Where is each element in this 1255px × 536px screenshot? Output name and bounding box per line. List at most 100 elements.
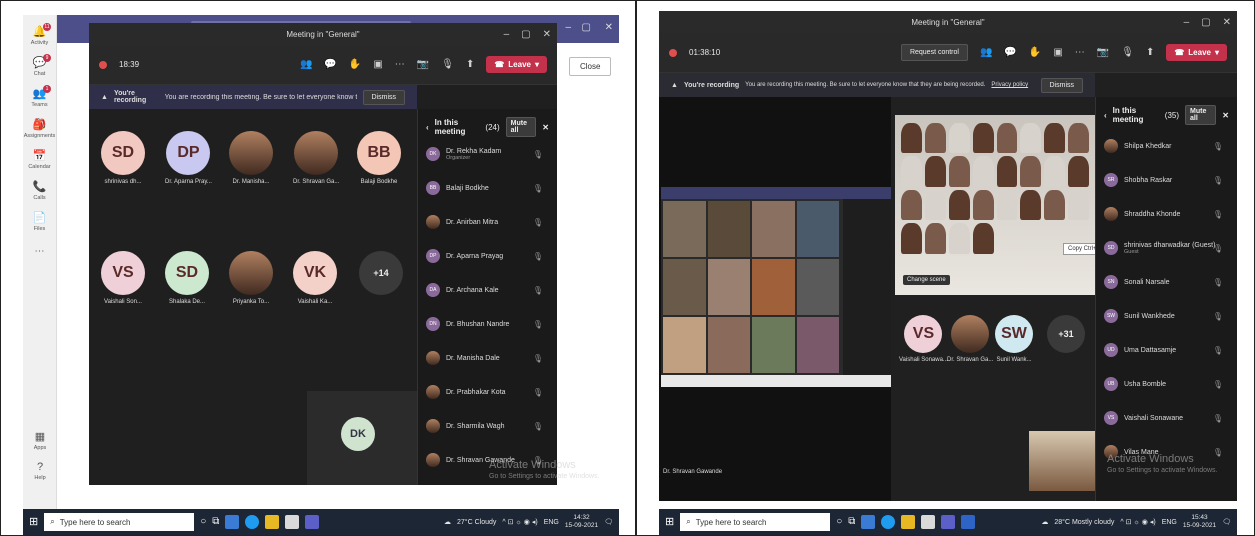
language[interactable]: ENG [1162,519,1177,526]
rooms-icon[interactable]: ▣ [373,59,382,70]
windows-start-icon[interactable]: ⊞ [29,516,38,528]
rail-item-calendar[interactable]: 📅 Calendar [23,149,56,170]
rail-item-assignments[interactable]: 🎒 Assignments [23,118,56,139]
participant-row[interactable]: Dr. Sharmila Wagh 🎙 [418,419,557,433]
participant-tile[interactable]: SD shrinivas dh... [101,131,145,185]
windows-start-icon[interactable]: ⊞ [665,516,674,528]
participant-tile[interactable]: VK Vaishali Ka... [293,251,337,305]
participants-icon[interactable]: 👥 [980,47,992,58]
tray-icons[interactable]: ^ ⊡ ☼ ◉ ◂) [1120,518,1155,526]
overflow-count[interactable]: +31 [1047,315,1085,353]
mute-all-button[interactable]: Mute all [505,117,537,137]
participant-row[interactable]: SN Sonali Narsale 🎙 [1096,275,1237,289]
more-icon[interactable]: ⋯ [395,59,405,70]
taskbar-search[interactable]: ⌕ Type here to search [44,513,195,531]
store-icon[interactable] [861,515,876,529]
edge-icon[interactable] [881,515,896,529]
language[interactable]: ENG [544,519,559,526]
notifications-icon[interactable]: 🗨 [1222,518,1231,526]
privacy-policy-link[interactable]: Privacy policy [991,82,1028,88]
participant-row[interactable]: UB Usha Bomble 🎙 [1096,377,1237,391]
window-maximize-icon[interactable]: ▢ [582,23,591,33]
leave-button[interactable]: ☎ Leave ▾ [1166,44,1227,61]
participant-row[interactable]: Shilpa Khedkar 🎙 [1096,139,1237,153]
teams-taskbar-icon[interactable] [305,515,320,529]
taskbar-search[interactable]: ⌕ Type here to search [680,513,831,531]
participant-tile[interactable]: DP Dr. Aparna Pray... [165,131,212,185]
mic-off-icon[interactable]: 🎙 [441,59,454,70]
rail-item-help[interactable]: ? Help [23,461,57,481]
window-close-icon[interactable]: ✕ [605,23,613,33]
participant-tile[interactable]: Dr. Shravan Ga... [947,315,993,363]
close-icon[interactable]: ✕ [1223,17,1231,28]
chevron-left-icon[interactable]: ‹ [426,123,429,132]
share-icon[interactable]: ⬆ [1146,47,1154,58]
participant-tile[interactable]: Priyanka To... [229,251,273,305]
maximize-icon[interactable]: ▢ [1201,17,1210,28]
participant-row[interactable]: SR Shobha Raskar 🎙 [1096,173,1237,187]
participant-row[interactable]: Dr. Prabhakar Kota 🎙 [418,385,557,399]
cortana-icon[interactable]: ○ [200,517,206,527]
clock[interactable]: 15:43 15-09-2021 [1183,514,1216,530]
window-minimize-icon[interactable]: – [565,23,571,33]
mic-off-icon[interactable]: 🎙 [1121,47,1134,58]
dismiss-button[interactable]: Dismiss [1040,77,1083,93]
request-control-button[interactable]: Request control [900,44,968,61]
explorer-icon[interactable] [901,515,916,529]
store-icon[interactable] [225,515,240,529]
edge-icon[interactable] [245,515,260,529]
teams-taskbar-icon[interactable] [941,515,956,529]
participant-row[interactable]: DA Dr. Archana Kale 🎙 [418,283,557,297]
overflow-count[interactable]: +14 [359,251,403,295]
close-panel-icon[interactable]: ✕ [1222,111,1229,120]
participant-row[interactable]: VS Vaishali Sonawane 🎙 [1096,411,1237,425]
participant-row[interactable]: DN Dr. Bhushan Nandre 🎙 [418,317,557,331]
word-icon[interactable] [961,515,976,529]
minimize-icon[interactable]: – [504,29,510,40]
rail-item-activity[interactable]: 🔔 Activity 11 [23,23,56,46]
bag-icon[interactable] [285,515,300,529]
participant-row[interactable]: SD shrinivas dharwadkar (Guest) Guest 🎙 [1096,241,1237,255]
participant-row[interactable]: DK Dr. Rekha Kadam Organizer 🎙 [418,147,557,161]
participant-row[interactable]: Dr. Manisha Dale 🎙 [418,351,557,365]
reactions-icon[interactable]: ✋ [349,59,361,70]
dismiss-button[interactable]: Dismiss [362,89,405,105]
reactions-icon[interactable]: ✋ [1029,47,1041,58]
more-apps-icon[interactable]: ⋯ [23,246,56,257]
participant-row[interactable]: UD Uma Dattasamje 🎙 [1096,343,1237,357]
participant-row[interactable]: BB Balaji Bodkhe 🎙 [418,181,557,195]
clock[interactable]: 14:32 15-09-2021 [565,514,598,530]
chevron-left-icon[interactable]: ‹ [1104,111,1107,120]
participants-icon[interactable]: 👥 [300,59,312,70]
participant-tile[interactable]: Dr. Shravan Ga... [293,131,339,185]
rail-item-chat[interactable]: 💬 Chat 9 [23,54,56,77]
participant-row[interactable]: SW Sunil Wankhede 🎙 [1096,309,1237,323]
notifications-icon[interactable]: 🗨 [604,518,613,526]
participant-tile[interactable]: Dr. Manisha... [229,131,273,185]
explorer-icon[interactable] [265,515,280,529]
chat-icon[interactable]: 💬 [1004,47,1016,58]
participant-row[interactable]: Dr. Anirban Mitra 🎙 [418,215,557,229]
share-icon[interactable]: ⬆ [466,59,474,70]
participant-row[interactable]: DP Dr. Aparna Prayag 🎙 [418,249,557,263]
rooms-icon[interactable]: ▣ [1053,47,1062,58]
bag-icon[interactable] [921,515,936,529]
close-panel-icon[interactable]: ✕ [542,123,549,132]
participant-tile[interactable]: BB Balaji Bodkhe [357,131,401,185]
leave-button[interactable]: ☎ Leave ▾ [486,56,547,73]
participant-tile[interactable]: VS Vaishali Son... [101,251,145,305]
tray-icons[interactable]: ^ ⊡ ☼ ◉ ◂) [502,518,537,526]
participant-row[interactable]: Shraddha Khonde 🎙 [1096,207,1237,221]
cortana-icon[interactable]: ○ [836,517,842,527]
minimize-icon[interactable]: – [1184,17,1190,28]
rail-item-teams[interactable]: 👥 Teams 1 [23,85,56,108]
more-icon[interactable]: ⋯ [1075,47,1085,58]
chat-icon[interactable]: 💬 [324,59,336,70]
rail-item-apps[interactable]: ▦ Apps [23,430,57,451]
participant-tile[interactable]: SW Sunil Wank... [995,315,1033,363]
rail-item-files[interactable]: 📄 Files [23,211,56,232]
maximize-icon[interactable]: ▢ [521,29,530,40]
task-view-icon[interactable]: ⧉ [848,517,855,527]
camera-off-icon[interactable]: 📷 [417,59,429,70]
mute-all-button[interactable]: Mute all [1185,105,1217,125]
